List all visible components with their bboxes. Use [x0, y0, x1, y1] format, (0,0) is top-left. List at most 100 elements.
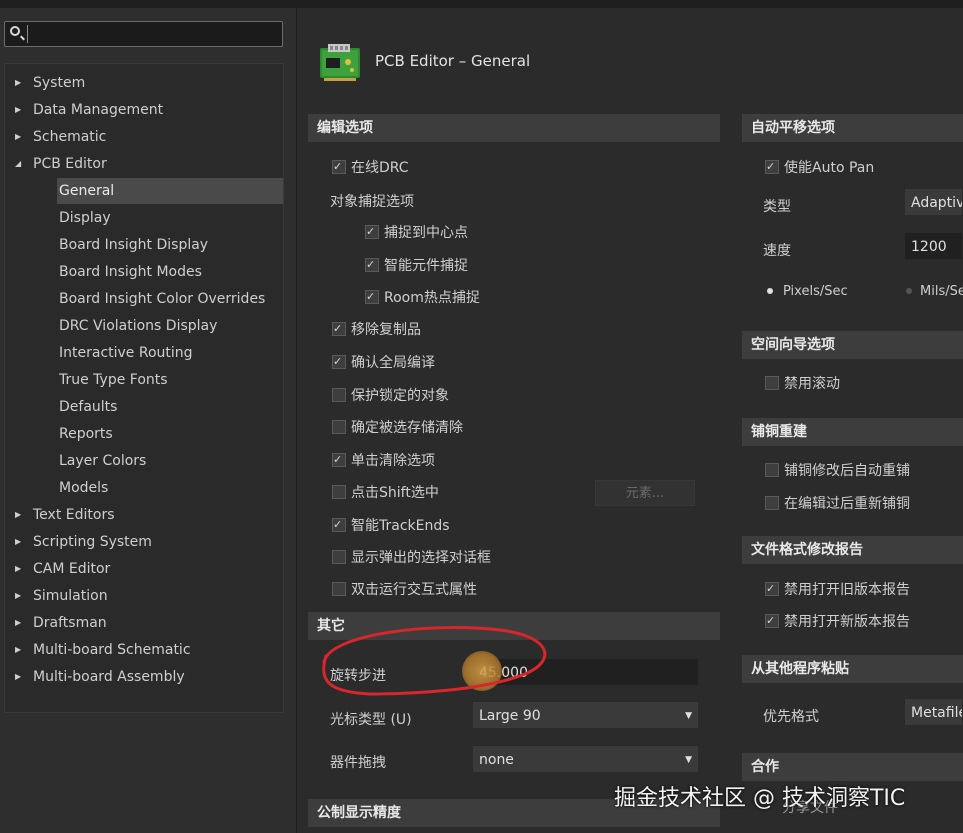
- online-drc-checkbox[interactable]: [332, 155, 346, 179]
- tree-item-defaults[interactable]: Defaults: [5, 394, 283, 420]
- tree-item-drc-violations-display[interactable]: DRC Violations Display: [5, 313, 283, 339]
- confirm-global-edit-checkbox[interactable]: [332, 350, 346, 374]
- cursor-type-select[interactable]: Large 90 ▼: [472, 701, 699, 729]
- unit-mils-radio[interactable]: Mils/Sec: [906, 280, 963, 304]
- protect-locked-checkbox[interactable]: [332, 388, 346, 402]
- smart-component-snap-label: 智能元件捕捉: [384, 258, 468, 274]
- click-clear-selection-option[interactable]: 单击清除选项: [332, 448, 435, 473]
- component-drag-select[interactable]: none ▼: [472, 745, 699, 773]
- tree-item-label: Data Management: [33, 102, 164, 118]
- tree-item-board-insight-display[interactable]: Board Insight Display: [5, 232, 283, 258]
- repour-after-edit-option[interactable]: 在编辑过后重新铺铜: [765, 492, 910, 516]
- remove-duplicates-option[interactable]: 移除复制品: [332, 317, 421, 342]
- tree-item-models[interactable]: Models: [5, 475, 283, 501]
- double-click-props-option[interactable]: 双击运行交互式属性: [332, 578, 477, 602]
- smart-trackends-checkbox[interactable]: [332, 513, 346, 537]
- snap-center-checkbox[interactable]: [365, 220, 379, 244]
- room-hotspot-snap-option[interactable]: Room热点捕捉: [365, 285, 480, 310]
- section-polygon-rebuild: 铺铜重建: [742, 418, 963, 446]
- tree-item-text-editors[interactable]: ▶ Text Editors: [5, 502, 283, 528]
- disable-roll-checkbox[interactable]: [765, 376, 779, 390]
- tree-item-schematic[interactable]: ▶ Schematic: [5, 124, 283, 150]
- click-clear-selection-label: 单击清除选项: [351, 453, 435, 469]
- tree-item-layer-colors[interactable]: Layer Colors: [5, 448, 283, 474]
- tree-item-general[interactable]: General: [57, 178, 283, 204]
- expanded-arrow-icon[interactable]: ◢: [15, 151, 21, 177]
- tree-item-simulation[interactable]: ▶ Simulation: [5, 583, 283, 609]
- disable-open-old-checkbox[interactable]: [765, 577, 779, 601]
- online-drc-option[interactable]: 在线DRC: [332, 155, 409, 180]
- tree-item-draftsman[interactable]: ▶ Draftsman: [5, 610, 283, 636]
- disable-open-new-checkbox[interactable]: [765, 609, 779, 633]
- smart-component-snap-option[interactable]: 智能元件捕捉: [365, 253, 468, 278]
- cursor-type-value: Large 90: [479, 708, 541, 724]
- disable-open-old-option[interactable]: 禁用打开旧版本报告: [765, 577, 910, 602]
- smart-component-snap-checkbox[interactable]: [365, 253, 379, 277]
- radio-selected-icon: [767, 287, 773, 294]
- confirm-clear-selection-label: 确定被选存储清除: [351, 420, 463, 436]
- smart-trackends-option[interactable]: 智能TrackEnds: [332, 513, 450, 538]
- tree-item-label: Simulation: [33, 588, 108, 604]
- room-hotspot-snap-checkbox[interactable]: [365, 285, 379, 309]
- shift-click-select-checkbox[interactable]: [332, 485, 346, 499]
- confirm-clear-selection-checkbox[interactable]: [332, 420, 346, 434]
- shift-click-select-option[interactable]: 点击Shift选中: [332, 481, 439, 505]
- autopan-type-label: 类型: [763, 199, 791, 215]
- tree-item-multi-board-schematic[interactable]: ▶ Multi-board Schematic: [5, 637, 283, 663]
- tree-item-true-type-fonts[interactable]: True Type Fonts: [5, 367, 283, 393]
- tree-item-board-insight-color-overrides[interactable]: Board Insight Color Overrides: [5, 286, 283, 312]
- confirm-clear-selection-option[interactable]: 确定被选存储清除: [332, 416, 463, 440]
- collapsed-arrow-icon[interactable]: ▶: [15, 556, 21, 582]
- tree-item-board-insight-modes[interactable]: Board Insight Modes: [5, 259, 283, 285]
- collapsed-arrow-icon[interactable]: ▶: [15, 124, 21, 150]
- autopan-enable-checkbox[interactable]: [765, 155, 779, 179]
- repour-after-edit-checkbox[interactable]: [765, 496, 779, 510]
- room-hotspot-snap-label: Room热点捕捉: [384, 290, 480, 306]
- autopan-speed-input[interactable]: 1200: [904, 232, 963, 260]
- tree-item-interactive-routing[interactable]: Interactive Routing: [5, 340, 283, 366]
- disable-roll-option[interactable]: 禁用滚动: [765, 372, 840, 396]
- remove-duplicates-checkbox[interactable]: [332, 317, 346, 341]
- tree-item-reports[interactable]: Reports: [5, 421, 283, 447]
- show-popup-dialog-label: 显示弹出的选择对话框: [351, 550, 491, 566]
- disable-open-new-option[interactable]: 禁用打开新版本报告: [765, 609, 910, 634]
- search-input[interactable]: [31, 24, 280, 46]
- tree-item-data-management[interactable]: ▶ Data Management: [5, 97, 283, 123]
- primitives-button[interactable]: 元素...: [595, 480, 695, 506]
- collapsed-arrow-icon[interactable]: ▶: [15, 70, 21, 96]
- snap-center-option[interactable]: 捕捉到中心点: [365, 220, 468, 245]
- collapsed-arrow-icon[interactable]: ▶: [15, 583, 21, 609]
- component-drag-label: 器件拖拽: [330, 755, 386, 771]
- double-click-props-label: 双击运行交互式属性: [351, 582, 477, 598]
- tree-item-pcb-editor[interactable]: ◢ PCB Editor: [5, 151, 283, 177]
- search-box[interactable]: [4, 21, 283, 47]
- search-caret: [27, 25, 28, 43]
- tree-item-cam-editor[interactable]: ▶ CAM Editor: [5, 556, 283, 582]
- autopan-type-select[interactable]: Adaptive: [904, 188, 963, 216]
- show-popup-dialog-checkbox[interactable]: [332, 550, 346, 564]
- tree-item-system[interactable]: ▶ System: [5, 70, 283, 96]
- collapsed-arrow-icon[interactable]: ▶: [15, 637, 21, 663]
- section-file-format-report: 文件格式修改报告: [742, 536, 963, 564]
- tree-item-multi-board-assembly[interactable]: ▶ Multi-board Assembly: [5, 664, 283, 690]
- collapsed-arrow-icon[interactable]: ▶: [15, 610, 21, 636]
- preferences-tree-panel: ▶ System ▶ Data Management ▶ Schematic ◢ PCB Ed…: [0, 8, 297, 833]
- unit-pixels-radio[interactable]: Pixels/Sec: [767, 280, 848, 304]
- collapsed-arrow-icon[interactable]: ▶: [15, 502, 21, 528]
- preferred-format-select[interactable]: Metafile: [904, 698, 963, 726]
- tree-item-label: Schematic: [33, 129, 107, 145]
- tree-item-scripting-system[interactable]: ▶ Scripting System: [5, 529, 283, 555]
- double-click-props-checkbox[interactable]: [332, 582, 346, 596]
- show-popup-dialog-option[interactable]: 显示弹出的选择对话框: [332, 546, 491, 570]
- confirm-global-edit-option[interactable]: 确认全局编译: [332, 350, 435, 375]
- collapsed-arrow-icon[interactable]: ▶: [15, 529, 21, 555]
- autopan-enable-option[interactable]: 使能Auto Pan: [765, 155, 874, 180]
- collapsed-arrow-icon[interactable]: ▶: [15, 97, 21, 123]
- confirm-global-edit-label: 确认全局编译: [351, 355, 435, 371]
- protect-locked-option[interactable]: 保护锁定的对象: [332, 384, 449, 408]
- repour-after-modify-checkbox[interactable]: [765, 463, 779, 477]
- collapsed-arrow-icon[interactable]: ▶: [15, 664, 21, 690]
- tree-item-display[interactable]: Display: [5, 205, 283, 231]
- repour-after-modify-option[interactable]: 铺铜修改后自动重铺: [765, 459, 910, 483]
- click-clear-selection-checkbox[interactable]: [332, 448, 346, 472]
